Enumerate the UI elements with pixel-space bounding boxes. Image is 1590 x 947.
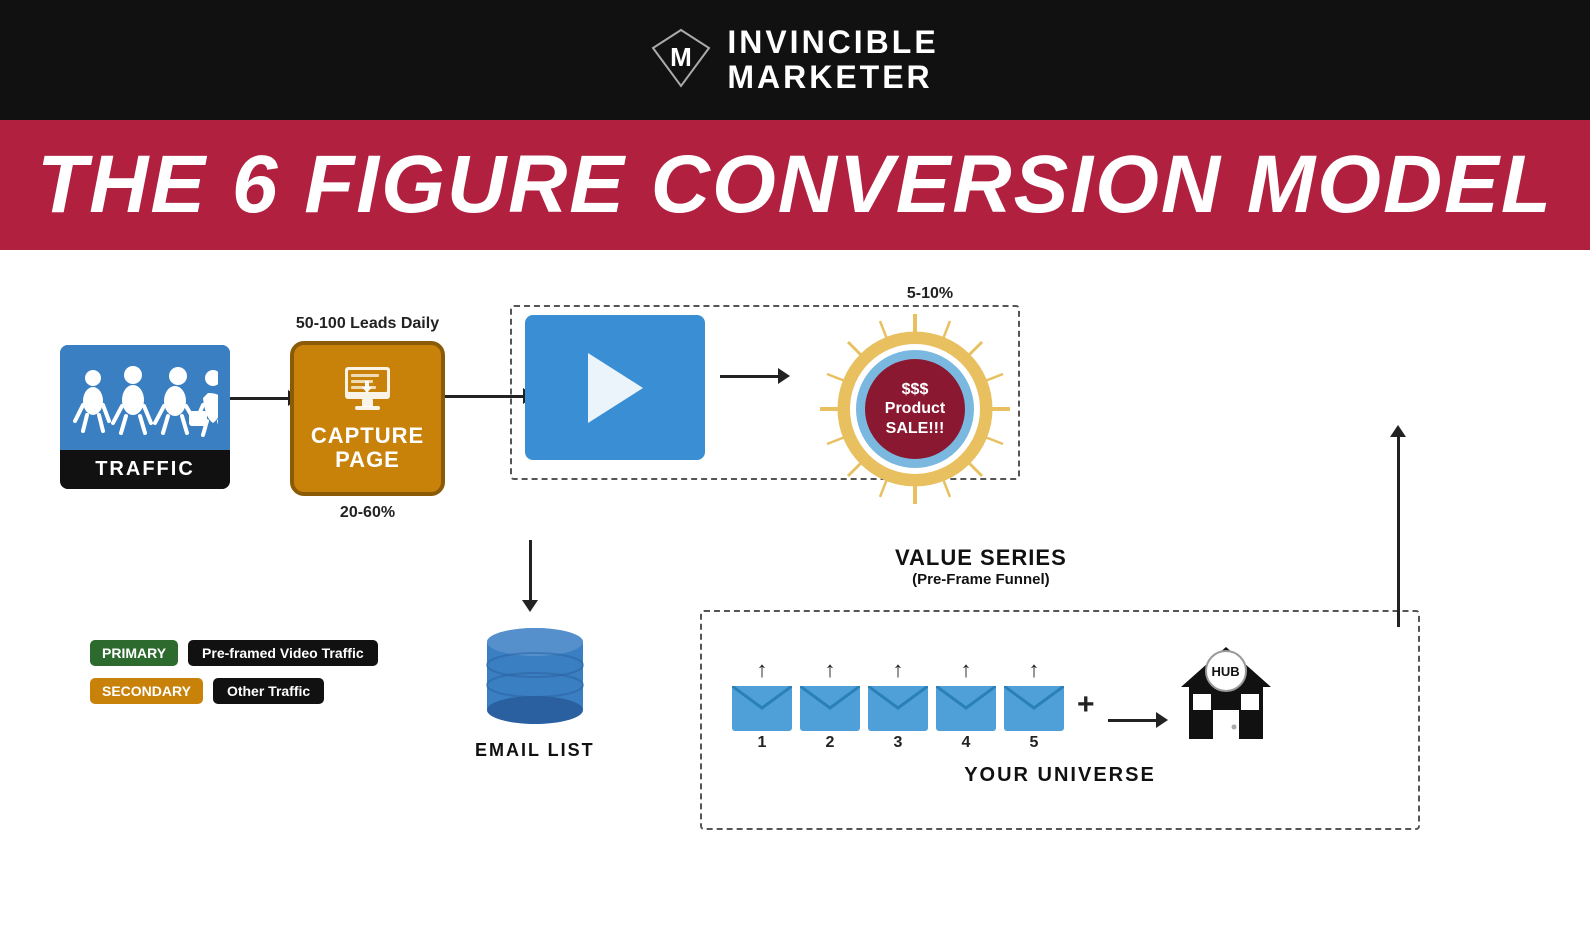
monitor-icon <box>340 365 395 413</box>
capture-text: CAPTURE PAGE <box>311 424 424 472</box>
email-num-3: 3 <box>894 734 903 752</box>
header: M INVINCIBLE MARKETER <box>0 0 1590 120</box>
value-series-sub: (Pre-Frame Funnel) <box>895 571 1067 588</box>
email-list-block: EMAIL LIST <box>475 620 595 761</box>
plus-sign: + <box>1077 688 1095 722</box>
play-button <box>588 353 643 423</box>
svg-text:M: M <box>670 42 692 72</box>
arrow-to-hub <box>1108 719 1158 722</box>
sale-block: 5-10% <box>815 285 1015 509</box>
legend: PRIMARY Pre-framed Video Traffic SECONDA… <box>90 640 370 704</box>
sale-text: $$$ Product SALE!!! <box>885 380 945 438</box>
traffic-label: TRAFFIC <box>95 458 195 480</box>
email-num-4: 4 <box>962 734 971 752</box>
video-box <box>525 315 705 460</box>
hub-arrow-line <box>1108 719 1158 722</box>
banner-title: THE 6 FIGURE CONVERSION MODEL <box>37 144 1553 226</box>
hub-arrow-head <box>1156 712 1168 728</box>
envelope-2 <box>800 686 860 731</box>
envelope-4 <box>936 686 996 731</box>
capture-icon <box>340 365 395 418</box>
main-content: TRAFFIC 50-100 Leads Daily <box>0 250 1590 947</box>
primary-badge: PRIMARY <box>90 640 178 666</box>
traffic-block: TRAFFIC <box>60 345 230 489</box>
up-arrow-line <box>1397 437 1400 627</box>
email-list-label: EMAIL LIST <box>475 740 595 761</box>
value-series-main: VALUE SERIES <box>895 545 1067 571</box>
secondary-text: Other Traffic <box>213 678 324 704</box>
universe-label: YOUR UNIVERSE <box>702 764 1418 787</box>
email-4: ↑ 4 <box>936 657 996 752</box>
email-num-1: 1 <box>758 734 767 752</box>
hub-block: HUB <box>1171 642 1281 742</box>
legend-secondary: SECONDARY Other Traffic <box>90 678 370 704</box>
header-text: INVINCIBLE MARKETER <box>727 25 938 95</box>
arrow-video-sale <box>720 375 780 378</box>
burst-container: $$$ Product SALE!!! <box>815 309 1015 509</box>
logo-icon: M <box>651 28 711 93</box>
envelope-3 <box>868 686 928 731</box>
email-num-2: 2 <box>826 734 835 752</box>
universe-box: ↑ 1 ↑ 2 <box>700 610 1420 830</box>
traffic-label-area: TRAFFIC <box>60 450 230 489</box>
leads-label: 50-100 Leads Daily <box>296 315 439 333</box>
hub-label: HUB <box>1205 650 1247 692</box>
hub-to-sale-arrow <box>1390 425 1406 627</box>
down-arrow <box>522 600 538 612</box>
burst-inner: $$$ Product SALE!!! <box>865 359 965 459</box>
email-3: ↑ 3 <box>868 657 928 752</box>
primary-text: Pre-framed Video Traffic <box>188 640 378 666</box>
value-series-label-area: VALUE SERIES (Pre-Frame Funnel) <box>895 545 1067 588</box>
email-num-5: 5 <box>1030 734 1039 752</box>
legend-primary: PRIMARY Pre-framed Video Traffic <box>90 640 370 666</box>
sale-percent: 5-10% <box>907 285 953 303</box>
brand-line2: MARKETER <box>727 60 932 95</box>
conversion-label: 20-60% <box>340 504 395 522</box>
traffic-box: TRAFFIC <box>60 345 230 489</box>
vertical-arrow-area <box>522 540 538 612</box>
emails-section: ↑ 1 ↑ 2 <box>702 612 1418 762</box>
secondary-badge: SECONDARY <box>90 678 203 704</box>
arrow-traffic-capture <box>230 397 290 400</box>
dotted-region: 5-10% <box>525 315 705 460</box>
envelope-1 <box>732 686 792 731</box>
capture-block: 50-100 Leads Daily <box>290 315 445 522</box>
people-icon <box>73 363 218 438</box>
traffic-icon-area <box>60 345 230 450</box>
email-2: ↑ 2 <box>800 657 860 752</box>
email-1: ↑ 1 <box>732 657 792 752</box>
bottom-row: PRIMARY Pre-framed Video Traffic SECONDA… <box>60 620 1530 761</box>
database-icon <box>480 620 590 730</box>
envelope-5 <box>1004 686 1064 731</box>
arrow-line-3 <box>720 375 780 378</box>
arrow-line <box>230 397 290 400</box>
vertical-line <box>529 540 532 600</box>
up-arrow-head <box>1390 425 1406 437</box>
email-5: ↑ 5 <box>1004 657 1064 752</box>
banner: THE 6 FIGURE CONVERSION MODEL <box>0 120 1590 250</box>
capture-box: CAPTURE PAGE <box>290 341 445 496</box>
brand-line1: INVINCIBLE <box>727 25 938 60</box>
video-block <box>525 315 705 460</box>
